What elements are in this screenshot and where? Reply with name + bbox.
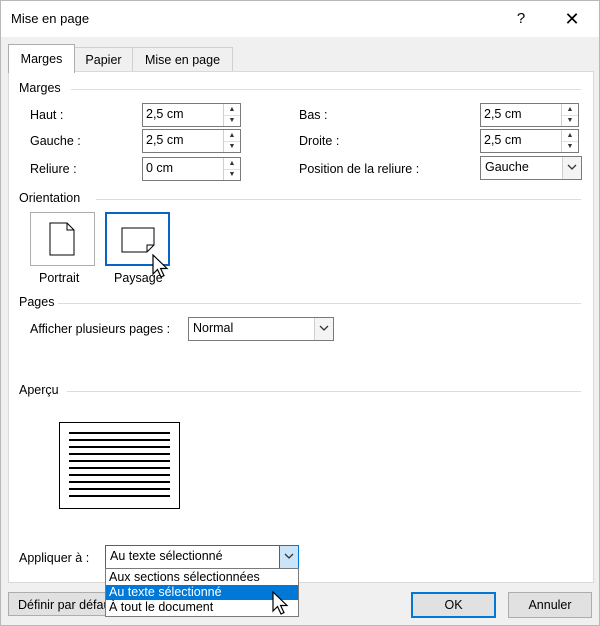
right-margin-value: 2,5 cm <box>484 133 522 147</box>
top-margin-value: 2,5 cm <box>146 107 184 121</box>
spin-down-icon[interactable]: ▼ <box>562 115 578 126</box>
landscape-page-icon <box>121 227 155 253</box>
gutter-position-value: Gauche <box>485 160 529 174</box>
apply-option-selected-text[interactable]: Au texte sélectionné <box>106 585 298 600</box>
right-margin-spinner[interactable]: 2,5 cm ▲ ▼ <box>480 129 579 153</box>
tab-mise-en-page[interactable]: Mise en page <box>132 47 233 72</box>
gutter-position-select[interactable]: Gauche <box>480 156 582 180</box>
spin-down-icon[interactable]: ▼ <box>224 115 240 126</box>
orientation-divider <box>96 199 581 200</box>
left-margin-spinner[interactable]: 2,5 cm ▲ ▼ <box>142 129 241 153</box>
left-margin-label: Gauche : <box>30 134 81 148</box>
mouse-cursor-icon <box>272 591 289 615</box>
chevron-down-icon[interactable] <box>314 318 333 340</box>
tab-marges[interactable]: Marges <box>8 44 75 73</box>
spin-down-icon[interactable]: ▼ <box>562 141 578 152</box>
preview-line <box>69 453 170 455</box>
bottom-margin-label: Bas : <box>299 108 328 122</box>
pages-section-title: Pages <box>19 295 55 309</box>
portrait-label: Portrait <box>39 271 80 285</box>
left-margin-value: 2,5 cm <box>146 133 184 147</box>
mouse-cursor-icon <box>152 254 169 278</box>
preview-section-title: Aperçu <box>19 383 59 397</box>
multiple-pages-select[interactable]: Normal <box>188 317 334 341</box>
margins-section-title: Marges <box>19 81 61 95</box>
spin-down-icon[interactable]: ▼ <box>224 169 240 180</box>
cancel-button[interactable]: Annuler <box>508 592 592 618</box>
preview-line <box>69 495 170 497</box>
pages-divider <box>58 303 581 304</box>
apply-option-sections[interactable]: Aux sections sélectionnées <box>106 570 298 585</box>
apply-to-select[interactable]: Au texte sélectionné <box>105 545 299 569</box>
preview-line <box>69 439 170 441</box>
set-default-button[interactable]: Définir par défaut <box>8 592 116 616</box>
preview-line <box>69 481 170 483</box>
top-margin-spinner[interactable]: 2,5 cm ▲ ▼ <box>142 103 241 127</box>
title-bar: Mise en page ? ✕ <box>1 1 599 37</box>
tab-papier[interactable]: Papier <box>74 47 133 72</box>
gutter-value: 0 cm <box>146 161 174 175</box>
page-preview <box>59 422 180 509</box>
spin-down-icon[interactable]: ▼ <box>224 141 240 152</box>
margins-divider <box>71 89 581 90</box>
portrait-page-icon <box>49 222 75 256</box>
gutter-label: Reliure : <box>30 162 77 176</box>
chevron-down-icon[interactable] <box>279 546 298 568</box>
preview-line <box>69 488 170 490</box>
ok-button[interactable]: OK <box>411 592 496 618</box>
multiple-pages-value: Normal <box>193 321 234 335</box>
apply-to-value: Au texte sélectionné <box>110 549 223 563</box>
preview-line <box>69 460 170 462</box>
preview-line <box>69 467 170 469</box>
chevron-down-icon[interactable] <box>562 157 581 179</box>
page-setup-dialog: Mise en page ? ✕ Marges Papier Mise en p… <box>0 0 600 626</box>
preview-line <box>69 446 170 448</box>
bottom-margin-spinner[interactable]: 2,5 cm ▲ ▼ <box>480 103 579 127</box>
close-button[interactable]: ✕ <box>554 5 590 33</box>
multiple-pages-label: Afficher plusieurs pages : <box>30 322 171 336</box>
portrait-option[interactable] <box>30 212 95 266</box>
preview-divider <box>67 391 581 392</box>
apply-option-whole-document[interactable]: À tout le document <box>106 600 298 615</box>
right-margin-label: Droite : <box>299 134 340 148</box>
bottom-margin-value: 2,5 cm <box>484 107 522 121</box>
gutter-spinner[interactable]: 0 cm ▲ ▼ <box>142 157 241 181</box>
gutter-position-label: Position de la reliure : <box>299 162 420 176</box>
preview-line <box>69 474 170 476</box>
apply-to-label: Appliquer à : <box>19 551 90 565</box>
apply-to-dropdown: Aux sections sélectionnées Au texte séle… <box>105 568 299 617</box>
preview-line <box>69 432 170 434</box>
top-margin-label: Haut : <box>30 108 64 122</box>
orientation-section-title: Orientation <box>19 191 81 205</box>
help-button[interactable]: ? <box>506 5 536 33</box>
dialog-title: Mise en page <box>11 11 90 26</box>
